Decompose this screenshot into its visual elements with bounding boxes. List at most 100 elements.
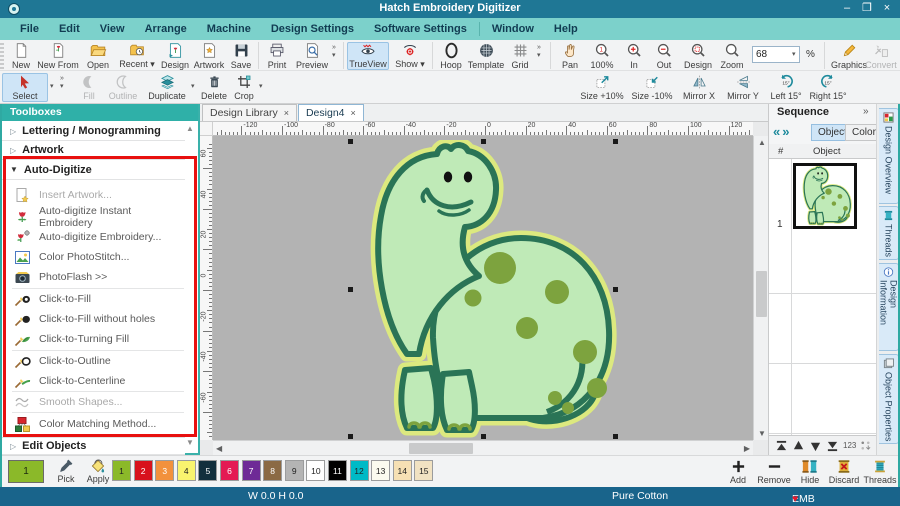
convert-button[interactable]: Convert	[862, 42, 900, 70]
hscroll-thumb[interactable]	[409, 443, 473, 454]
selection-handle[interactable]	[481, 434, 486, 439]
duplicate-button[interactable]: Duplicate	[144, 74, 190, 102]
minimize-button[interactable]: –	[838, 2, 856, 16]
save-button[interactable]: Save	[226, 42, 256, 70]
resequence-icon[interactable]	[860, 440, 871, 451]
toolbox-category-edit-objects[interactable]: ▷ Edit Objects	[2, 437, 185, 455]
template-button[interactable]: Template	[464, 42, 508, 70]
toolbox-item-instant-embroidery[interactable]: Auto-digitize Instant Embroidery	[14, 207, 185, 227]
move-to-end-icon[interactable]	[826, 440, 839, 452]
preview-button[interactable]: Preview	[292, 42, 332, 70]
close-button[interactable]: ×	[878, 2, 896, 16]
move-to-start-icon[interactable]	[775, 440, 788, 452]
menu-design-settings[interactable]: Design Settings	[261, 20, 364, 38]
tab-threads[interactable]: Threads	[879, 206, 899, 260]
selection-handle[interactable]	[613, 139, 618, 144]
grid-button[interactable]: Grid	[506, 42, 534, 70]
delete-button[interactable]: Delete	[198, 74, 230, 102]
menu-window[interactable]: Window	[482, 20, 544, 38]
toolbox-item-auto-digitize-embroidery[interactable]: Auto-digitize Embroidery...	[14, 227, 185, 247]
mirror-x-button[interactable]: Mirror X	[678, 74, 720, 102]
toolbox-category-lettering[interactable]: ▷ Lettering / Monogramming	[2, 122, 185, 141]
select-button[interactable]: Select	[2, 73, 48, 102]
palette-swatch-8[interactable]: 8	[263, 460, 282, 481]
palette-swatch-14[interactable]: 14	[393, 460, 412, 481]
size-down-button[interactable]: Size -10%	[628, 74, 676, 102]
crop-button[interactable]: Crop	[230, 74, 258, 102]
selection-handle[interactable]	[481, 139, 486, 144]
tab-design4[interactable]: Design4 ×	[298, 104, 364, 121]
tab-object-properties[interactable]: Object Properties	[879, 354, 899, 444]
select-more-chevron[interactable]: »▾	[60, 75, 64, 91]
zoom-tool-button[interactable]: Zoom	[716, 42, 748, 70]
palette-swatch-15[interactable]: 15	[414, 460, 433, 481]
toolbox-item-click-to-outline[interactable]: Click-to-Outline	[14, 351, 185, 371]
toolbox-item-click-to-turning-fill[interactable]: Click-to-Turning Fill	[14, 329, 185, 349]
trueview-button[interactable]: TrueView	[347, 42, 389, 70]
toolbox-category-artwork[interactable]: ▷ Artwork	[2, 141, 185, 160]
scroll-right-icon[interactable]: ▶	[744, 444, 750, 453]
new-button[interactable]: New	[6, 42, 36, 70]
palette-swatch-5[interactable]: 5	[198, 460, 217, 481]
toolbox-item-click-to-centerline[interactable]: Click-to-Centerline	[14, 371, 185, 391]
design-button[interactable]: Design	[158, 42, 192, 70]
pick-color-button[interactable]: Pick	[52, 458, 80, 484]
toolbox-item-insert-artwork[interactable]: Insert Artwork...	[14, 185, 185, 205]
palette-swatch-12[interactable]: 12	[350, 460, 369, 481]
artwork-button[interactable]: Artwork	[190, 42, 228, 70]
tab-design-library[interactable]: Design Library ×	[202, 104, 297, 121]
rotate-right-button[interactable]: 15° Right 15°	[806, 74, 850, 102]
palette-swatch-6[interactable]: 6	[220, 460, 239, 481]
restore-button[interactable]: ❐	[858, 2, 876, 16]
apply-color-button[interactable]: Apply	[82, 458, 114, 484]
toolbox-category-auto-digitize[interactable]: ▼ Auto-Digitize	[2, 160, 185, 180]
outline-button[interactable]: Outline	[104, 74, 142, 102]
menu-help[interactable]: Help	[544, 20, 588, 38]
show-button[interactable]: Show ▾	[392, 42, 428, 70]
menu-edit[interactable]: Edit	[49, 20, 90, 38]
toolbox-item-click-to-fill-without-holes[interactable]: Click-to-Fill without holes	[14, 309, 185, 329]
recent-button[interactable]: Recent ▾	[116, 42, 158, 70]
selection-handle[interactable]	[348, 434, 353, 439]
discard-color-button[interactable]: Discard	[826, 459, 862, 485]
fill-button[interactable]: Fill	[76, 74, 102, 102]
resequence-by-number-icon[interactable]: 123	[843, 441, 856, 450]
print-button[interactable]: Print	[262, 42, 292, 70]
remove-color-button[interactable]: Remove	[754, 459, 794, 485]
open-button[interactable]: Open	[82, 42, 114, 70]
grid-more-chevron[interactable]: »▾	[537, 44, 541, 60]
toolbox-scroll-up[interactable]: ▲	[186, 124, 194, 133]
menu-view[interactable]: View	[90, 20, 135, 38]
pan-button[interactable]: Pan	[556, 42, 584, 70]
scroll-left-icon[interactable]: ◀	[216, 444, 222, 453]
sequence-collapse-icon[interactable]: »	[863, 106, 869, 117]
palette-swatch-11[interactable]: 11	[328, 460, 347, 481]
select-dropdown[interactable]: ▾	[50, 83, 54, 91]
next-color-button[interactable]: »	[782, 124, 791, 139]
hoop-button[interactable]: Hoop	[436, 42, 466, 70]
hide-color-button[interactable]: Hide	[796, 459, 824, 485]
duplicate-dropdown[interactable]: ▾	[191, 83, 195, 91]
selection-handle[interactable]	[613, 287, 618, 292]
scroll-down-icon[interactable]: ▼	[758, 429, 766, 438]
palette-swatch-3[interactable]: 3	[155, 460, 174, 481]
tab-close-icon[interactable]: ×	[284, 108, 289, 118]
move-down-icon[interactable]	[809, 440, 822, 452]
menu-file[interactable]: File	[10, 20, 49, 38]
vertical-scrollbar[interactable]: ▲ ▼	[753, 136, 768, 440]
toolbox-item-photoflash[interactable]: PhotoFlash >>	[14, 267, 185, 287]
design-canvas[interactable]	[213, 136, 753, 440]
move-up-icon[interactable]	[792, 440, 805, 452]
crop-dropdown[interactable]: ▾	[259, 83, 263, 91]
tab-design-information[interactable]: Design Information	[879, 263, 899, 351]
zoom-out-button[interactable]: Out	[650, 42, 678, 70]
mirror-y-button[interactable]: Mirror Y	[722, 74, 764, 102]
dinosaur-design-object[interactable]	[345, 140, 620, 440]
horizontal-scrollbar[interactable]: ◀ ▶	[213, 440, 753, 455]
menu-software-settings[interactable]: Software Settings	[364, 20, 477, 38]
toolbox-item-click-to-fill[interactable]: Click-to-Fill	[14, 289, 185, 309]
rotate-left-button[interactable]: 15° Left 15°	[766, 74, 806, 102]
zoom-in-button[interactable]: In	[622, 42, 646, 70]
tab-close-icon[interactable]: ×	[351, 108, 356, 118]
scroll-up-icon[interactable]: ▲	[758, 138, 766, 147]
